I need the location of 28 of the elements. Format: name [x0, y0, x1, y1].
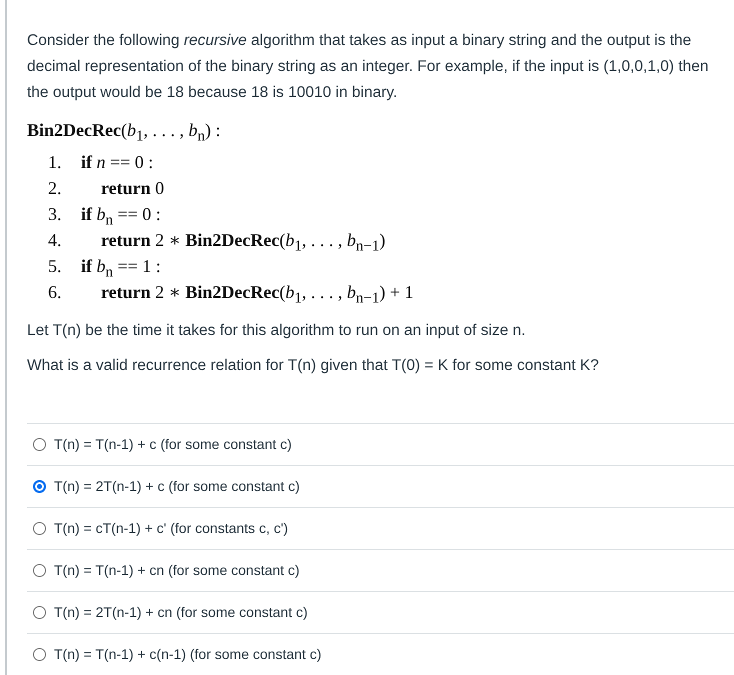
code-line: return 2 ∗ Bin2DecRec(b$_{1}$, . . . , b$_{n−1}$): [100, 230, 386, 256]
line-number: 3.: [48, 204, 62, 225]
answer-option[interactable]: T(n) = 2T(n-1) + cn (for some constant c): [27, 592, 734, 634]
radio-button[interactable]: [33, 480, 46, 493]
line-number: 6.: [48, 282, 62, 303]
code-line: return 2 ∗ Bin2DecRec(b$_{1}$, . . . , b$_{n−1}$) + 1: [100, 282, 414, 308]
radio-button[interactable]: [33, 648, 46, 661]
line-number: 4.: [48, 230, 62, 251]
radio-button[interactable]: [33, 438, 46, 451]
question-text: What is a valid recurrence relation for T(n) given that T(0) = K for some constant K?: [27, 356, 600, 375]
answer-option[interactable]: T(n) = cT(n-1) + c' (for constants c, c'): [27, 508, 734, 550]
question-text: Consider the following recursive algorithm that takes as input a binary string and the output is the decimal representation of the binary string as an integer. For example, if the input is (1,0,0,1,0) then the output would be 18 because 18 is 10010 in binary.: [27, 31, 710, 103]
code-line: return 0: [100, 178, 164, 199]
code-line: if b$_{n}$ == 1 :: [81, 256, 161, 282]
line-number: 5.: [48, 256, 62, 277]
answer-option[interactable]: T(n) = 2T(n-1) + c (for some constant c): [27, 466, 734, 508]
algorithm-header: Bin2DecRec(b$_{1}$, . . . , b$_{n}$) :: [27, 120, 222, 146]
answer-option[interactable]: T(n) = T(n-1) + c(n-1) (for some constant c): [27, 634, 734, 675]
code-line: if n == 0 :: [81, 152, 154, 173]
radio-button[interactable]: [33, 522, 46, 535]
code-line: if b$_{n}$ == 0 :: [81, 204, 161, 230]
radio-button[interactable]: [33, 564, 46, 577]
radio-button[interactable]: [33, 606, 46, 619]
line-number: 1.: [48, 152, 62, 173]
answer-option[interactable]: T(n) = T(n-1) + cn (for some constant c): [27, 550, 734, 592]
answer-option[interactable]: T(n) = T(n-1) + c (for some constant c): [27, 424, 734, 466]
question-text: Let T(n) be the time it takes for this algorithm to run on an input of size n.: [27, 322, 527, 340]
line-number: 2.: [48, 178, 62, 199]
